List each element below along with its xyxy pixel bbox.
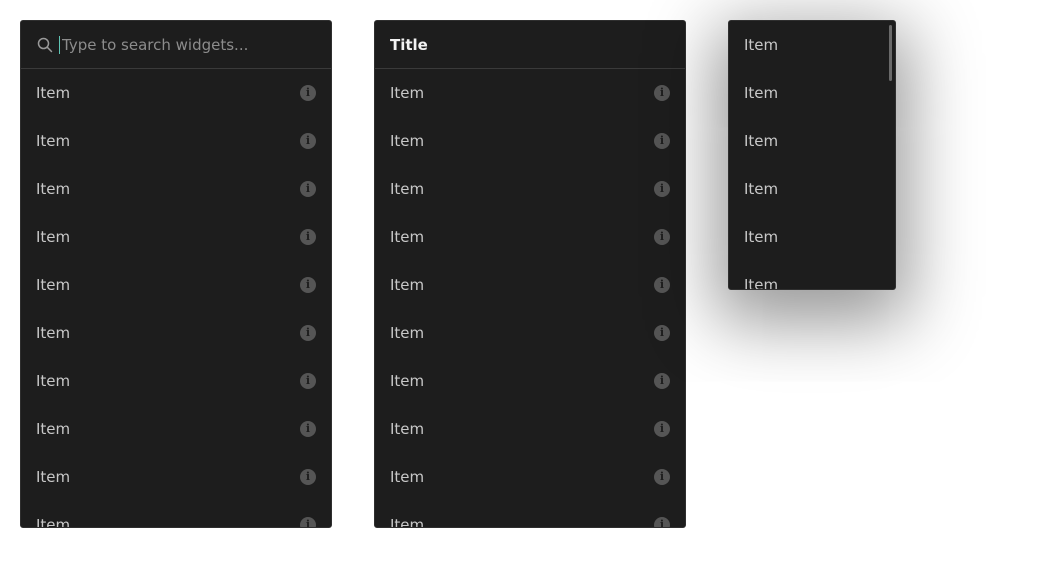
list-item[interactable]: Item bbox=[729, 69, 895, 117]
info-icon[interactable]: i bbox=[300, 421, 316, 437]
compact-dropdown-panel: Item Item Item Item Item Item bbox=[728, 20, 896, 290]
list-item[interactable]: Item i bbox=[375, 165, 685, 213]
list-item[interactable]: Item i bbox=[21, 165, 331, 213]
item-label: Item bbox=[744, 84, 779, 102]
item-label: Item bbox=[744, 36, 779, 54]
info-icon[interactable]: i bbox=[300, 133, 316, 149]
list-item[interactable]: Item i bbox=[21, 69, 331, 117]
item-label: Item bbox=[390, 372, 425, 390]
info-icon[interactable]: i bbox=[300, 517, 316, 527]
info-icon[interactable]: i bbox=[654, 421, 670, 437]
info-icon[interactable]: i bbox=[654, 133, 670, 149]
item-label: Item bbox=[390, 420, 425, 438]
item-label: Item bbox=[390, 516, 425, 528]
search-bar bbox=[21, 21, 331, 69]
list-item[interactable]: Item i bbox=[21, 453, 331, 501]
item-label: Item bbox=[36, 468, 71, 486]
panel-title: Title bbox=[390, 35, 428, 54]
item-label: Item bbox=[390, 180, 425, 198]
item-label: Item bbox=[390, 84, 425, 102]
list-item[interactable]: Item i bbox=[375, 501, 685, 528]
item-label: Item bbox=[36, 84, 71, 102]
item-label: Item bbox=[390, 132, 425, 150]
scrollbar-thumb[interactable] bbox=[889, 25, 892, 81]
list-item[interactable]: Item i bbox=[21, 501, 331, 528]
search-icon bbox=[37, 37, 53, 53]
list-item[interactable]: Item i bbox=[375, 453, 685, 501]
item-label: Item bbox=[390, 324, 425, 342]
panel-header: Title bbox=[375, 21, 685, 69]
list-item[interactable]: Item bbox=[729, 213, 895, 261]
item-label: Item bbox=[36, 276, 71, 294]
info-icon[interactable]: i bbox=[300, 325, 316, 341]
list-item[interactable]: Item i bbox=[21, 405, 331, 453]
info-icon[interactable]: i bbox=[300, 229, 316, 245]
list-item[interactable]: Item bbox=[729, 117, 895, 165]
list-item[interactable]: Item bbox=[729, 261, 895, 290]
list-item[interactable]: Item i bbox=[21, 261, 331, 309]
titled-list-panel: Title Item i Item i Item i Item i Item i Item… bbox=[374, 20, 686, 528]
item-label: Item bbox=[390, 468, 425, 486]
stage: Item i Item i Item i Item i Item i Item i Item… bbox=[0, 0, 1060, 568]
info-icon[interactable]: i bbox=[654, 277, 670, 293]
info-icon[interactable]: i bbox=[300, 181, 316, 197]
item-label: Item bbox=[390, 276, 425, 294]
compact-list: Item Item Item Item Item Item bbox=[729, 21, 895, 290]
info-icon[interactable]: i bbox=[654, 517, 670, 527]
item-label: Item bbox=[36, 228, 71, 246]
info-icon[interactable]: i bbox=[654, 181, 670, 197]
search-list-panel: Item i Item i Item i Item i Item i Item i Item… bbox=[20, 20, 332, 528]
list-item[interactable]: Item bbox=[729, 165, 895, 213]
item-label: Item bbox=[36, 180, 71, 198]
item-label: Item bbox=[36, 132, 71, 150]
list-item[interactable]: Item i bbox=[375, 309, 685, 357]
list-item[interactable]: Item i bbox=[375, 69, 685, 117]
list-item[interactable]: Item i bbox=[21, 213, 331, 261]
item-label: Item bbox=[36, 372, 71, 390]
item-label: Item bbox=[744, 228, 779, 246]
item-label: Item bbox=[36, 324, 71, 342]
item-label: Item bbox=[36, 516, 71, 528]
info-icon[interactable]: i bbox=[654, 85, 670, 101]
search-results-list: Item i Item i Item i Item i Item i Item i Item… bbox=[21, 69, 331, 528]
info-icon[interactable]: i bbox=[654, 229, 670, 245]
info-icon[interactable]: i bbox=[300, 85, 316, 101]
info-icon[interactable]: i bbox=[300, 373, 316, 389]
list-item[interactable]: Item i bbox=[21, 117, 331, 165]
titled-list: Item i Item i Item i Item i Item i Item i Item… bbox=[375, 69, 685, 528]
list-item[interactable]: Item i bbox=[21, 357, 331, 405]
search-input[interactable] bbox=[59, 35, 331, 54]
item-label: Item bbox=[390, 228, 425, 246]
list-item[interactable]: Item i bbox=[21, 309, 331, 357]
info-icon[interactable]: i bbox=[300, 277, 316, 293]
info-icon[interactable]: i bbox=[300, 469, 316, 485]
item-label: Item bbox=[744, 180, 779, 198]
info-icon[interactable]: i bbox=[654, 373, 670, 389]
list-item[interactable]: Item i bbox=[375, 405, 685, 453]
list-item[interactable]: Item i bbox=[375, 357, 685, 405]
item-label: Item bbox=[744, 132, 779, 150]
item-label: Item bbox=[36, 420, 71, 438]
info-icon[interactable]: i bbox=[654, 469, 670, 485]
list-item[interactable]: Item i bbox=[375, 117, 685, 165]
item-label: Item bbox=[744, 276, 779, 290]
list-item[interactable]: Item bbox=[729, 21, 895, 69]
list-item[interactable]: Item i bbox=[375, 261, 685, 309]
info-icon[interactable]: i bbox=[654, 325, 670, 341]
list-item[interactable]: Item i bbox=[375, 213, 685, 261]
